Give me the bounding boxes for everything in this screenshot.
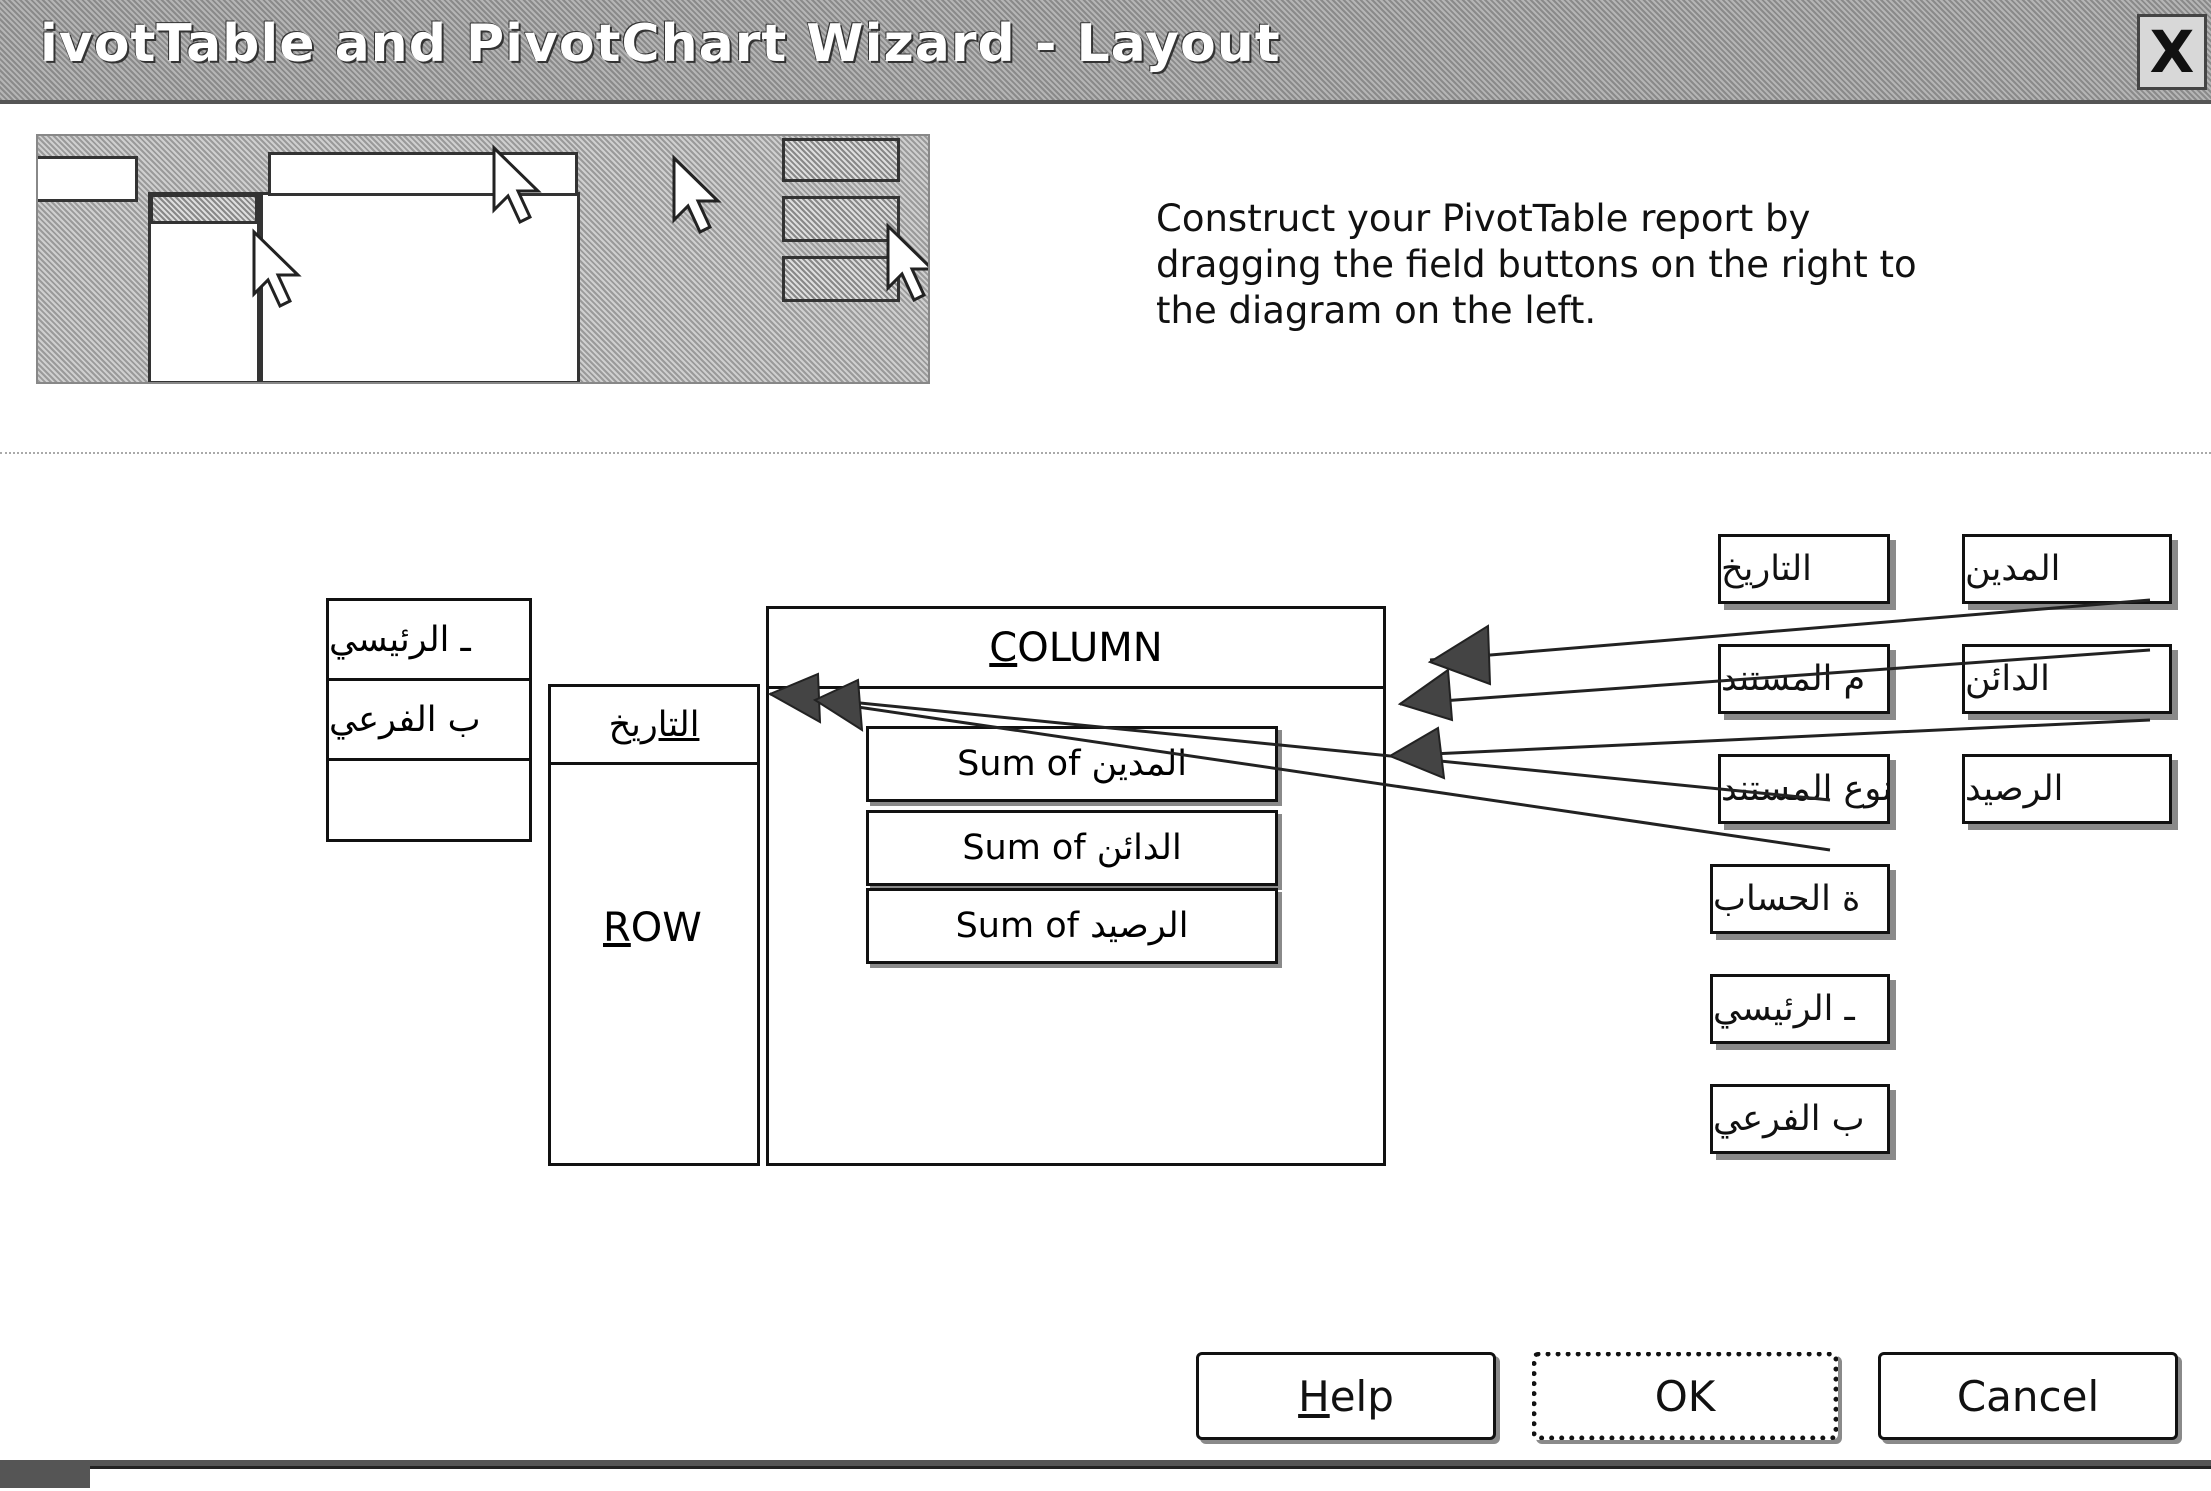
data-field[interactable]: Sum of الدائن [866,810,1278,886]
field-button[interactable]: ب الفرعي [1710,1084,1890,1154]
field-button[interactable]: ة الحساب [1710,864,1890,934]
divider [0,452,2211,454]
row-area[interactable]: التاريخ ROW [548,684,760,1166]
bottom-edge [0,1460,2211,1491]
instructions-text: Construct your PivotTable report by drag… [1156,197,1917,332]
page-field[interactable]: ـ الرئيسي [329,601,529,681]
field-button[interactable]: ـ الرئيسي [1710,974,1890,1044]
title-bar: ivotTable and PivotChart Wizard - Layout… [0,0,2211,104]
close-icon: X [2149,18,2195,86]
column-area-label: C OLUMN [769,609,1383,689]
wizard-illustration [36,134,930,384]
page-area[interactable]: ـ الرئيسي ب الفرعي [326,598,532,842]
field-button[interactable]: المدين [1962,534,2172,604]
cursor-icons [252,144,928,309]
column-area[interactable]: C OLUMN [766,606,1386,1166]
help-button[interactable]: Help [1196,1352,1496,1440]
row-area-label: ROW [603,905,702,951]
field-button[interactable]: م المستند [1718,644,1890,714]
page-field[interactable]: ب الفرعي [329,681,529,761]
field-button[interactable]: الرصيد [1962,754,2172,824]
cancel-button[interactable]: Cancel [1878,1352,2178,1440]
ok-button[interactable]: OK [1532,1352,1838,1440]
window-title: ivotTable and PivotChart Wizard - Layout [40,14,1281,74]
row-field[interactable]: التاريخ [551,687,757,765]
data-field[interactable]: Sum of الرصيد [866,888,1278,964]
field-button[interactable]: الدائن [1962,644,2172,714]
field-button[interactable]: التاريخ [1718,534,1890,604]
field-button[interactable]: نوع المستند [1718,754,1890,824]
close-button[interactable]: X [2137,14,2207,90]
data-field[interactable]: Sum of المدين [866,726,1278,802]
